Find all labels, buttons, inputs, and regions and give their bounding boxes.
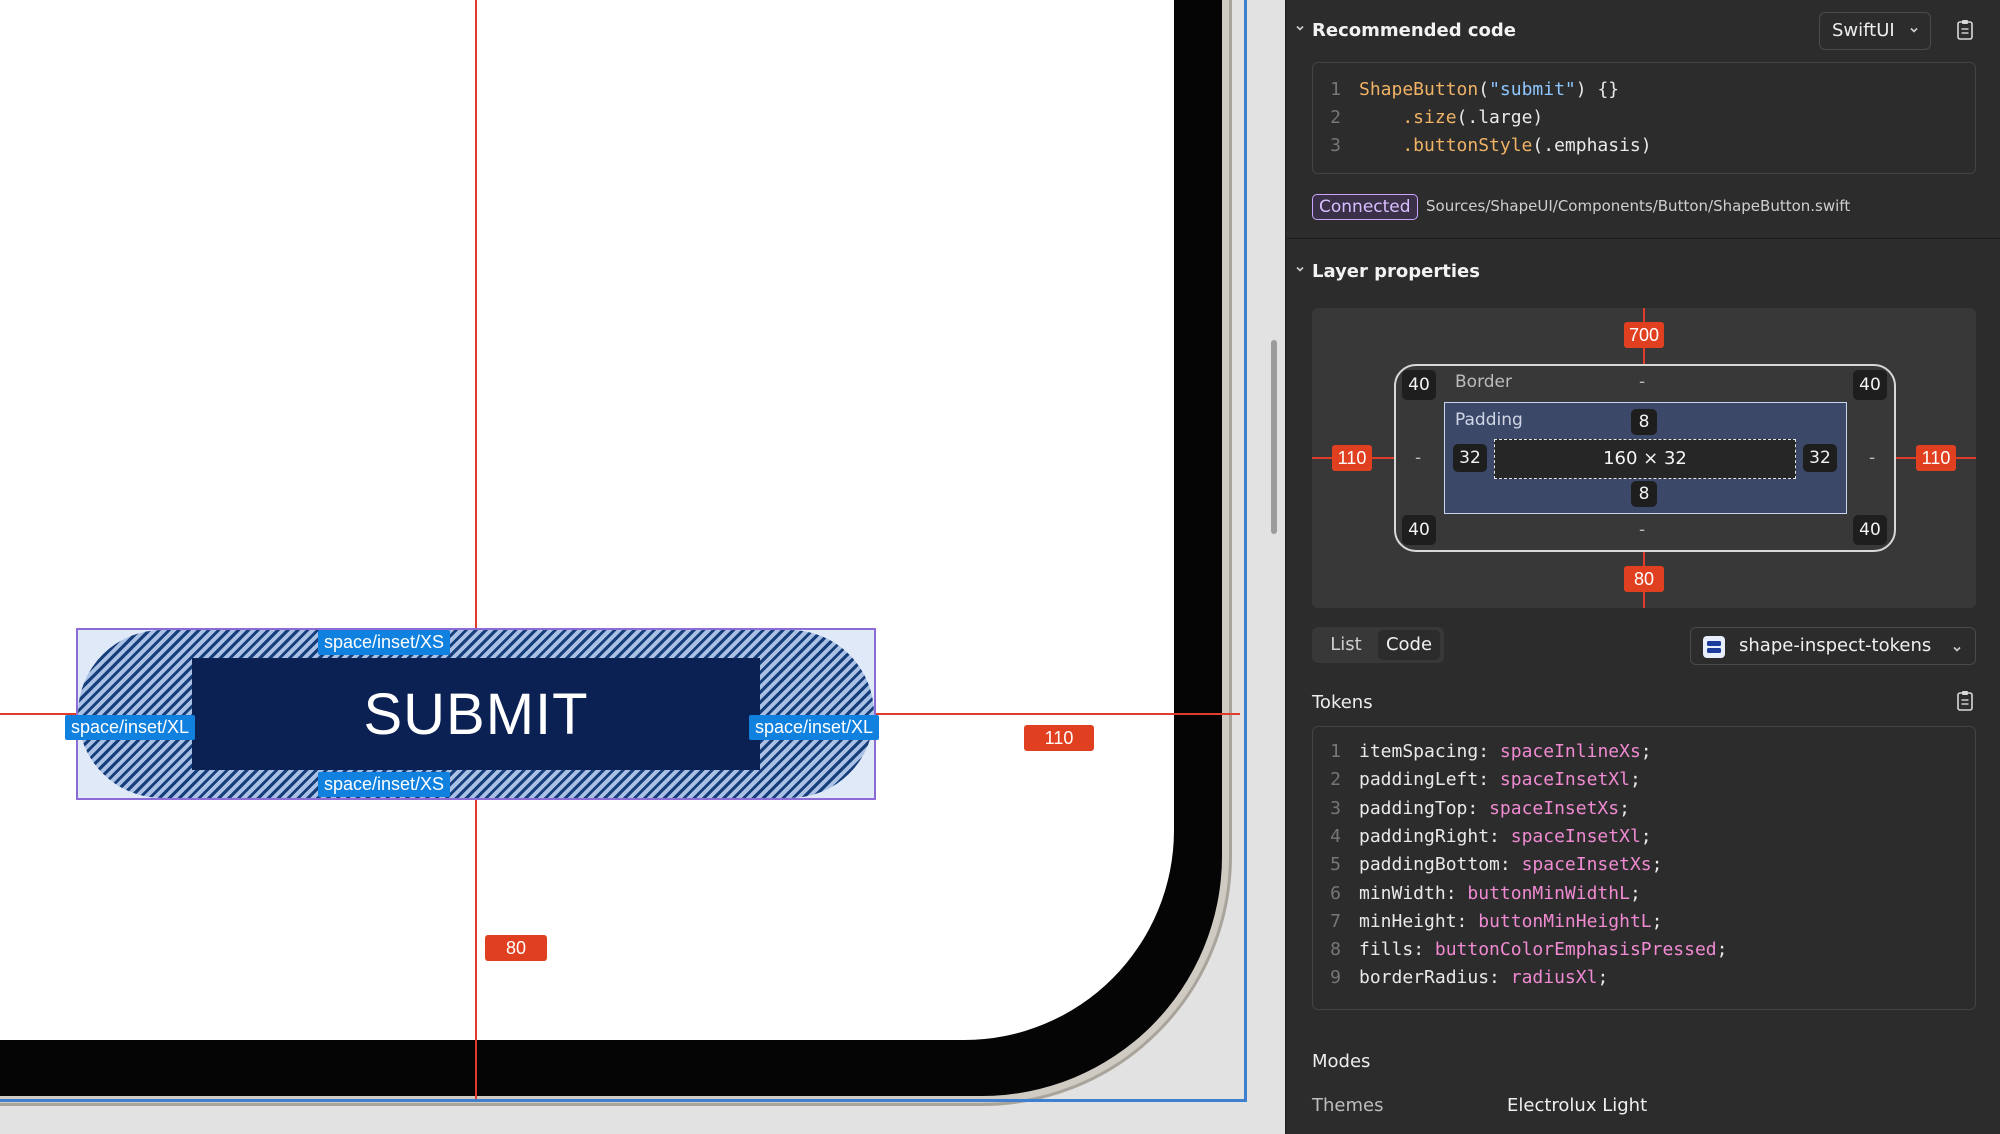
- token-line: 4 paddingRight: spaceInsetXl;: [1330, 825, 1652, 847]
- connected-badge: Connected: [1312, 194, 1418, 220]
- token-line: 2 paddingLeft: spaceInsetXl;: [1330, 769, 1641, 791]
- padding-right-value: 32: [1803, 444, 1837, 472]
- radius-bottom-right: 40: [1853, 515, 1887, 545]
- chevron-down-icon: [1908, 13, 1920, 49]
- clipboard-icon[interactable]: [1956, 690, 1974, 712]
- radius-top-right: 40: [1853, 370, 1887, 400]
- content-size-box: 160 × 32: [1494, 439, 1796, 479]
- token-line: 3 paddingTop: spaceInsetXs;: [1330, 797, 1630, 819]
- themes-label: Themes: [1312, 1095, 1384, 1116]
- token-line: 5 paddingBottom: spaceInsetXs;: [1330, 854, 1663, 876]
- layer-properties-title[interactable]: Layer properties: [1312, 261, 1480, 282]
- view-toggle: List Code: [1312, 627, 1444, 663]
- modes-title: Modes: [1312, 1051, 1371, 1072]
- canvas-scrollbar[interactable]: [1271, 340, 1277, 534]
- framework-select-value: SwiftUI: [1832, 20, 1895, 41]
- section-divider: [1286, 238, 2000, 239]
- code-line: 3 .buttonStyle(.emphasis): [1330, 135, 1652, 156]
- code-line: 2 .size(.large): [1330, 107, 1544, 128]
- border-bottom-value: -: [1639, 520, 1646, 540]
- padding-top-value: 8: [1631, 409, 1657, 435]
- border-top-value: -: [1639, 372, 1646, 392]
- token-line: 1 itemSpacing: spaceInlineXs;: [1330, 741, 1652, 762]
- radius-top-left: 40: [1402, 370, 1436, 400]
- code-line: 1 ShapeButton("submit") {}: [1330, 79, 1620, 100]
- themes-value: Electrolux Light: [1507, 1095, 1648, 1116]
- tokens-title: Tokens: [1312, 692, 1373, 713]
- token-line: 8 fills: buttonColorEmphasisPressed;: [1330, 939, 1728, 961]
- chevron-down-icon[interactable]: [1294, 22, 1310, 38]
- chevron-down-icon[interactable]: [1294, 263, 1310, 279]
- tokens-code-block[interactable]: 1 itemSpacing: spaceInlineXs; 2 paddingLeft…: [1312, 726, 1976, 1010]
- border-right-value: -: [1869, 448, 1876, 468]
- tab-list[interactable]: List: [1318, 631, 1374, 659]
- library-select[interactable]: shape-inspect-tokens: [1690, 627, 1976, 665]
- radius-bottom-left: 40: [1402, 515, 1436, 545]
- content-size-value: 160 × 32: [1603, 448, 1687, 469]
- margin-top-badge: 700: [1624, 322, 1664, 348]
- library-icon: [1703, 636, 1725, 658]
- clipboard-icon[interactable]: [1956, 19, 1974, 41]
- border-label: Border: [1455, 372, 1512, 392]
- inspect-panel: Recommended code SwiftUI 1 ShapeButton("s…: [1285, 0, 2000, 1134]
- chevron-down-icon: [1951, 640, 1963, 659]
- padding-bottom-value: 8: [1631, 481, 1657, 507]
- padding-left-value: 32: [1453, 444, 1487, 472]
- tab-code[interactable]: Code: [1378, 630, 1440, 660]
- box-model-diagram: 700 80 110 110 40 40 40 40 Border - - - …: [1312, 308, 1976, 608]
- padding-label: Padding: [1455, 410, 1523, 430]
- margin-left-badge: 110: [1332, 445, 1372, 471]
- margin-bottom-badge: 80: [1624, 566, 1664, 592]
- token-line: 7 minHeight: buttonMinHeightL;: [1330, 910, 1663, 932]
- frame-selection-outline: [0, 0, 1247, 1102]
- recommended-code-title[interactable]: Recommended code: [1312, 20, 1516, 41]
- recommended-code-block[interactable]: 1 ShapeButton("submit") {} 2 .size(.large…: [1312, 62, 1976, 174]
- library-select-value: shape-inspect-tokens: [1739, 635, 1932, 656]
- design-canvas[interactable]: SUBMIT space/inset/XS space/inset/XS spa…: [0, 0, 1282, 1134]
- border-left-value: -: [1415, 448, 1422, 468]
- token-line: 9 borderRadius: radiusXl;: [1330, 967, 1609, 989]
- margin-right-badge: 110: [1916, 445, 1956, 471]
- token-line: 6 minWidth: buttonMinWidthL;: [1330, 882, 1641, 904]
- framework-select[interactable]: SwiftUI: [1819, 12, 1931, 50]
- source-path[interactable]: Sources/ShapeUI/Components/Button/ShapeB…: [1426, 197, 1850, 215]
